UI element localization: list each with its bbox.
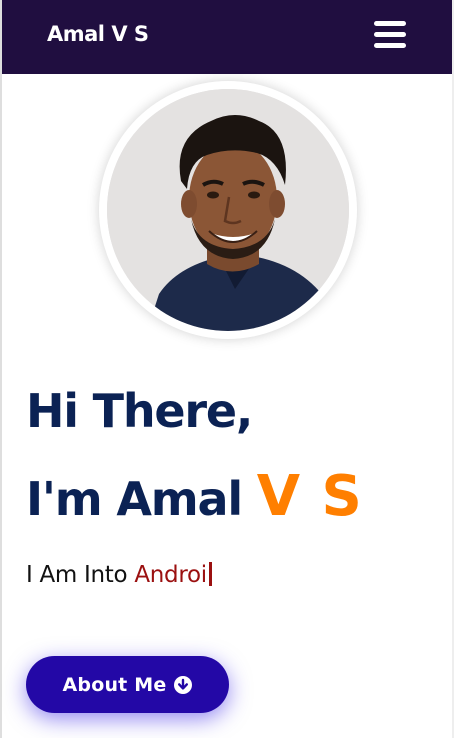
typing-caret (208, 562, 212, 586)
hamburger-menu-icon[interactable] (371, 18, 409, 50)
about-me-button[interactable]: About Me (26, 656, 229, 713)
arrow-down-circle-icon (174, 675, 193, 694)
menu-bar-top (374, 21, 406, 26)
hero-name-accent: V S (256, 464, 363, 529)
profile-photo-illustration (107, 89, 349, 331)
menu-bar-middle (374, 32, 406, 37)
profile-photo (107, 89, 349, 331)
hero-intro: I'm Amal V S (26, 464, 363, 532)
brand-logo-text[interactable]: Amal V S (47, 19, 149, 49)
typed-role-line: I Am Into Androi (26, 559, 212, 591)
about-me-button-label: About Me (62, 673, 167, 696)
hero-intro-prefix: I'm Amal (26, 472, 257, 526)
hero-greeting: Hi There, (26, 384, 253, 438)
typed-role-prefix: I Am Into (26, 562, 135, 588)
page-frame-left (0, 0, 2, 738)
typed-role-text: Androi (134, 562, 207, 588)
navbar: Amal V S (2, 0, 452, 74)
profile-photo-frame (99, 81, 357, 339)
menu-bar-bottom (374, 43, 406, 48)
